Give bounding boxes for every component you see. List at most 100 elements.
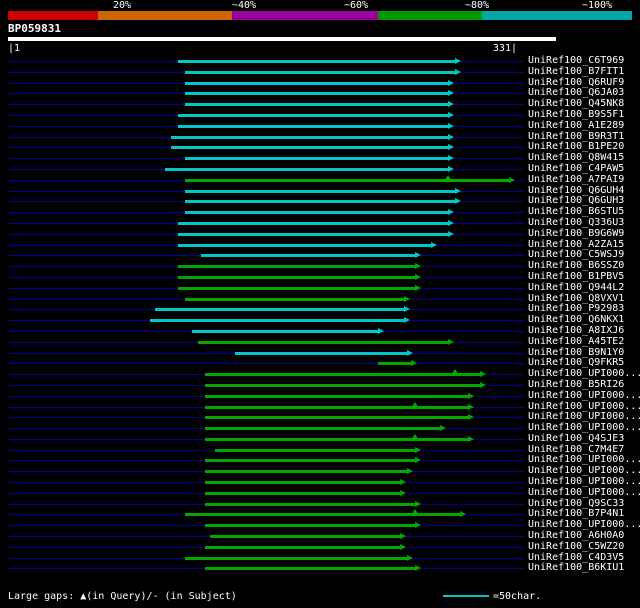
coordinate-scale: |1 331| [8,43,517,54]
hit-end-arrow-icon [399,533,406,540]
hit-span-bar[interactable] [177,230,454,237]
hit-span-bar[interactable] [154,306,411,313]
hit-span-bar[interactable] [185,79,454,86]
hit-span-bar[interactable] [177,58,462,64]
hit-end-arrow-icon [415,263,422,270]
color-key-segment [482,11,632,20]
hit-label[interactable]: UniRef100_B9G6W9 [528,228,624,240]
hit-span-bar[interactable] [205,433,474,442]
hit-label[interactable]: UniRef100_Q944L2 [528,282,624,294]
hit-span-bar[interactable] [185,554,414,561]
hit-span-bar[interactable] [191,327,385,334]
hit-span-bar[interactable] [200,252,422,259]
hit-end-arrow-icon [455,198,462,205]
hit-span-bar[interactable] [185,209,454,216]
hit-end-arrow-icon [415,284,422,291]
hit-end-arrow-icon [447,165,454,172]
color-key-labels: 20% ~40% ~60% ~80% ~100% [0,1,640,11]
hit-span-bar[interactable] [210,533,406,540]
hit-span-bar[interactable] [205,543,406,550]
hit-span-bar[interactable] [185,198,462,205]
color-key-label: ~100% [581,0,613,11]
hit-end-arrow-icon [447,133,454,140]
hit-end-arrow-icon [415,522,422,529]
hit-label[interactable]: UniRef100_UPI000... [528,390,640,402]
color-key-segment [378,11,482,20]
hit-span-bar[interactable] [205,479,406,486]
hit-end-arrow-icon [430,241,437,248]
query-gap-icon [411,509,420,516]
hit-label[interactable]: UniRef100_A7PAI9 [528,174,624,186]
footer: Large gaps: ▲(in Query)/- (in Subject) =… [8,591,638,603]
hit-end-arrow-icon [479,371,486,378]
hit-span-bar[interactable] [185,187,462,194]
color-key-bar [8,11,632,20]
hit-span-bar[interactable] [185,101,454,108]
hit-span-bar[interactable] [165,165,454,172]
hit-row: UniRef100_B7FIT1 [0,66,640,78]
blast-graphic-overview: 20% ~40% ~60% ~80% ~100% BP059831 |1 331| Un… [0,0,640,608]
hit-span-bar[interactable] [177,122,454,129]
hit-end-arrow-icon [410,360,417,367]
hit-span-bar[interactable] [171,144,454,151]
hit-label[interactable]: UniRef100_A45TE2 [528,336,624,348]
hit-label[interactable]: UniRef100_B7FIT1 [528,66,624,78]
hit-row: UniRef100_A45TE2 [0,336,640,348]
hit-end-arrow-icon [404,317,411,324]
hit-end-arrow-icon [399,479,406,486]
hit-end-arrow-icon [404,295,411,302]
hit-end-arrow-icon [509,176,516,183]
hit-span-bar[interactable] [177,219,454,226]
hit-span-bar[interactable] [214,446,422,453]
hit-span-bar[interactable] [378,360,417,367]
hit-end-arrow-icon [467,392,474,399]
hit-end-arrow-icon [467,403,474,410]
hit-label[interactable]: UniRef100_A1E289 [528,120,624,132]
hit-span-bar[interactable] [234,349,414,356]
hit-span-bar[interactable] [177,284,422,291]
hit-span-bar[interactable] [205,468,414,475]
hit-span-bar[interactable] [205,457,422,464]
hit-span-bar[interactable] [185,155,454,162]
hit-end-arrow-icon [404,306,411,313]
hit-span-bar[interactable] [185,295,411,302]
hit-span-bar[interactable] [185,174,516,183]
hit-span-bar[interactable] [171,133,454,140]
color-key-label: ~60% [343,0,369,11]
query-bar [8,37,556,41]
hit-span-bar[interactable] [177,263,422,270]
hit-end-arrow-icon [415,565,422,572]
hit-span-bar[interactable] [205,522,422,529]
hit-span-bar[interactable] [205,565,422,572]
scale-note: =50char. [443,591,541,603]
color-key-segment [98,11,232,20]
hit-end-arrow-icon [467,435,474,442]
hit-end-arrow-icon [415,273,422,280]
hit-span-bar[interactable] [205,392,474,399]
hit-span-bar[interactable] [205,425,446,432]
hit-span-bar[interactable] [205,381,486,388]
hit-span-bar[interactable] [185,509,466,518]
color-key-label: ~80% [464,0,490,11]
color-key-label: ~40% [231,0,257,11]
hit-end-arrow-icon [479,381,486,388]
hit-span-bar[interactable] [205,500,422,507]
hit-end-arrow-icon [447,90,454,97]
hit-span-bar[interactable] [205,414,474,421]
hit-span-bar[interactable] [185,90,454,97]
hit-span-bar[interactable] [177,111,454,118]
hit-label[interactable]: UniRef100_B6KIU1 [528,563,624,574]
hit-span-bar[interactable] [177,273,422,280]
row-separator-line [8,363,524,365]
hit-end-arrow-icon [447,79,454,86]
hit-end-arrow-icon [447,144,454,151]
hit-span-bar[interactable] [149,317,411,324]
hit-span-bar[interactable] [185,68,462,75]
hit-end-arrow-icon [447,219,454,226]
hit-span-bar[interactable] [205,369,486,378]
hit-span-bar[interactable] [205,401,474,410]
hit-span-bar[interactable] [177,241,437,248]
hit-span-bar[interactable] [197,338,454,345]
hit-span-bar[interactable] [205,489,406,496]
hit-row: UniRef100_A1E289 [0,120,640,132]
